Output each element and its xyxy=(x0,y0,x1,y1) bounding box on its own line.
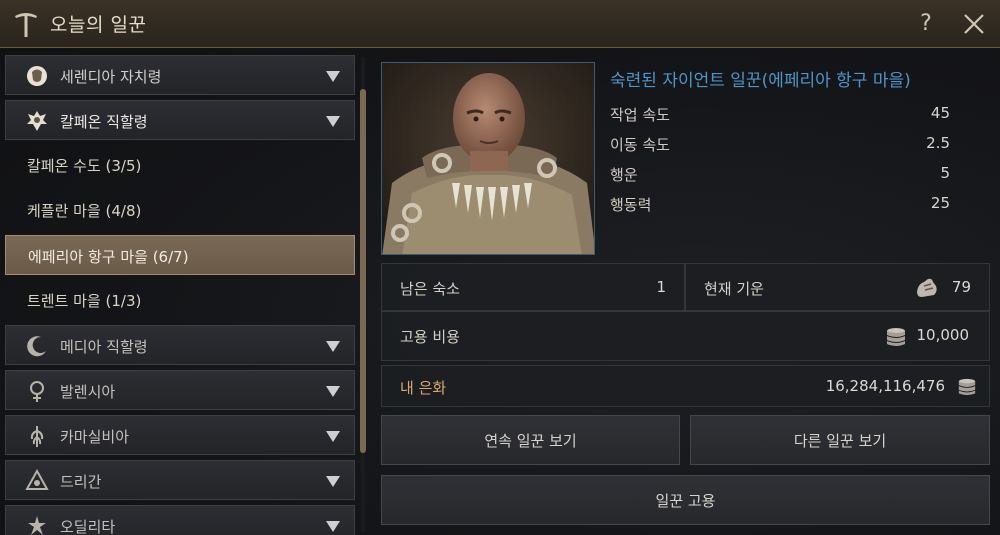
chevron-down-icon xyxy=(326,431,340,442)
serendia-crest-icon xyxy=(27,66,47,86)
town-label: 칼페온 수도 (3/5) xyxy=(27,157,142,175)
chevron-down-icon xyxy=(326,71,340,82)
stat-label: 이동 속도 xyxy=(610,136,670,154)
drieghan-crest-icon xyxy=(25,468,49,490)
stat-label: 행동력 xyxy=(610,196,652,214)
region-odyllita[interactable]: 오딜리타 xyxy=(5,505,355,535)
stat-work-speed: 작업 속도 45 xyxy=(610,102,950,126)
region-list: 세렌디아 자치령 칼페온 직할령 칼페온 수도 (3/5) 케플란 마을 (4/… xyxy=(0,49,370,535)
region-label: 드리간 xyxy=(60,473,102,491)
town-trent[interactable]: 트렌트 마을 (1/3) xyxy=(5,280,355,320)
silver-value: 16,284,116,476 xyxy=(825,377,945,395)
region-valencia[interactable]: 발렌시아 xyxy=(5,370,355,410)
close-icon[interactable] xyxy=(962,12,986,36)
region-label: 칼페온 직할령 xyxy=(60,113,148,131)
lodging-box: 남은 숙소 1 xyxy=(381,263,685,311)
window-title: 오늘의 일꾼 xyxy=(50,14,147,36)
region-serendia[interactable]: 세렌디아 자치령 xyxy=(5,55,355,95)
consecutive-worker-button[interactable]: 연속 일꾼 보기 xyxy=(381,415,680,465)
town-label: 에페리아 항구 마을 (6/7) xyxy=(28,248,189,266)
worker-portrait xyxy=(381,62,595,255)
town-keplan[interactable]: 케플란 마을 (4/8) xyxy=(5,190,355,230)
region-label: 카마실비아 xyxy=(60,428,130,446)
energy-fist-icon xyxy=(917,278,937,297)
chevron-down-icon xyxy=(326,386,340,397)
stat-value: 2.5 xyxy=(926,134,950,152)
scrollbar-thumb[interactable] xyxy=(360,89,366,453)
stat-value: 45 xyxy=(930,104,950,122)
worker-name: 숙련된 자이언트 일꾼(에페리아 항구 마을) xyxy=(610,71,911,91)
hire-worker-button[interactable]: 일꾼 고용 xyxy=(381,475,990,525)
region-drieghan[interactable]: 드리간 xyxy=(5,460,355,500)
mediah-crest-icon xyxy=(27,336,46,357)
silver-label: 내 은화 xyxy=(400,379,447,397)
giant-worker-image xyxy=(382,63,594,254)
lodging-label: 남은 숙소 xyxy=(400,280,460,298)
cost-value: 10,000 xyxy=(916,326,970,344)
stat-luck: 행운 5 xyxy=(610,162,950,186)
town-calpheon-city[interactable]: 칼페온 수도 (3/5) xyxy=(5,145,355,185)
energy-label: 현재 기운 xyxy=(704,280,764,298)
region-calpheon[interactable]: 칼페온 직할령 xyxy=(5,100,355,140)
region-label: 발렌시아 xyxy=(60,383,116,401)
chevron-down-icon xyxy=(326,116,340,127)
cost-box: 고용 비용 10,000 xyxy=(381,311,990,361)
region-mediah[interactable]: 메디아 직할령 xyxy=(5,325,355,365)
silver-coin-icon xyxy=(887,328,905,346)
town-label: 케플란 마을 (4/8) xyxy=(27,202,142,220)
stat-stamina: 행동력 25 xyxy=(610,192,950,216)
region-kamasylvia[interactable]: 카마실비아 xyxy=(5,415,355,455)
stat-label: 행운 xyxy=(610,166,638,184)
chevron-down-icon xyxy=(326,476,340,487)
town-epheria-port[interactable]: 에페리아 항구 마을 (6/7) xyxy=(5,235,355,275)
energy-value: 79 xyxy=(951,278,971,296)
stat-move-speed: 이동 속도 2.5 xyxy=(610,132,950,156)
pickaxe-icon xyxy=(15,13,37,37)
help-button[interactable]: ? xyxy=(913,8,939,40)
chevron-down-icon xyxy=(326,521,340,532)
silver-box: 내 은화 16,284,116,476 xyxy=(381,365,990,407)
region-label: 세렌디아 자치령 xyxy=(60,68,162,86)
worker-market-window: 오늘의 일꾼 ? 세렌디아 자치령 칼페온 직할령 칼페온 수도 (3/5) 케… xyxy=(0,0,1000,535)
kamasylvia-crest-icon xyxy=(30,426,44,447)
region-label: 오딜리타 xyxy=(60,518,116,535)
title-bar[interactable]: 오늘의 일꾼 ? xyxy=(0,0,1000,48)
odyllita-crest-icon xyxy=(28,516,46,535)
calpheon-crest-icon xyxy=(27,111,47,131)
stat-value: 25 xyxy=(930,194,950,212)
valencia-crest-icon xyxy=(30,381,44,402)
lodging-value: 1 xyxy=(656,278,666,296)
town-label: 트렌트 마을 (1/3) xyxy=(27,292,142,310)
stat-label: 작업 속도 xyxy=(610,106,670,124)
chevron-down-icon xyxy=(326,341,340,352)
region-label: 메디아 직할령 xyxy=(60,338,148,356)
other-worker-button[interactable]: 다른 일꾼 보기 xyxy=(690,415,990,465)
cost-label: 고용 비용 xyxy=(400,328,460,346)
stat-value: 5 xyxy=(940,164,950,182)
energy-box: 현재 기운 79 xyxy=(685,263,990,311)
silver-coin-icon xyxy=(958,378,976,396)
